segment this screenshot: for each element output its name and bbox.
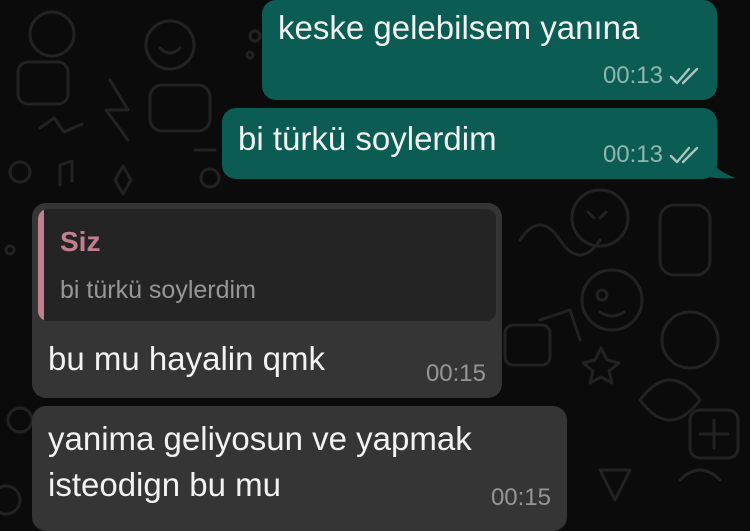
message-time: 00:15 bbox=[425, 360, 486, 387]
reply-quote[interactable]: Siz bi türkü soylerdim bbox=[38, 209, 496, 321]
double-check-icon bbox=[669, 146, 699, 164]
double-check-icon bbox=[669, 67, 699, 85]
message-meta: 00:13 bbox=[603, 141, 703, 169]
message-text: bu mu hayalin qmk bbox=[48, 340, 325, 377]
outgoing-message[interactable]: keske gelebilsem yanına 00:13 bbox=[262, 0, 717, 100]
message-time: 00:13 bbox=[602, 141, 663, 168]
message-text: bi türkü soylerdim bbox=[238, 120, 497, 157]
incoming-message[interactable]: Siz bi türkü soylerdim bu mu hayalin qmk… bbox=[32, 203, 502, 398]
reply-quote-bar bbox=[38, 209, 44, 321]
reply-quote-text: bi türkü soylerdim bbox=[60, 276, 256, 304]
message-time: 00:13 bbox=[602, 62, 663, 89]
message-text: keske gelebilsem yanına bbox=[278, 9, 640, 46]
message-text-line: yanima geliyosun ve yapmak bbox=[48, 420, 472, 457]
message-meta: 00:13 bbox=[603, 62, 703, 90]
message-meta: 00:15 bbox=[491, 484, 551, 512]
reply-quote-author: Siz bbox=[60, 226, 101, 257]
incoming-message[interactable]: yanima geliyosun ve yapmak isteodign bu … bbox=[32, 406, 567, 531]
outgoing-message[interactable]: bi türkü soylerdim 00:13 bbox=[222, 108, 717, 179]
message-text-line: isteodign bu mu bbox=[48, 466, 281, 503]
message-meta: 00:15 bbox=[426, 360, 486, 388]
message-time: 00:15 bbox=[490, 484, 551, 511]
